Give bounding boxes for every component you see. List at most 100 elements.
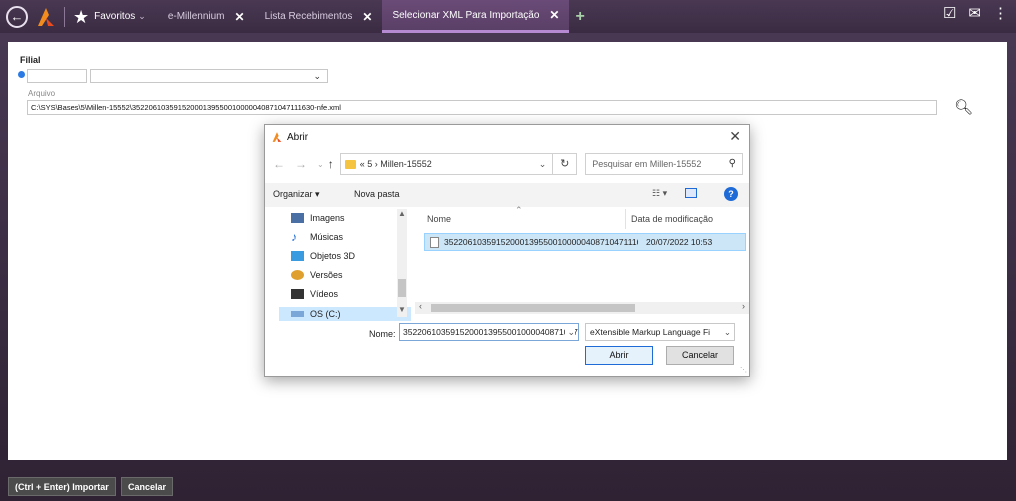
nav-item-imagens[interactable]: Imagens (291, 213, 345, 223)
music-icon: ♪ (291, 230, 297, 244)
file-row[interactable]: 3522061035915200013955001000004087104711… (424, 233, 746, 251)
dialog-title-bar: Abrir (271, 131, 308, 143)
tab-label: Lista Recebimentos (264, 11, 353, 22)
star-icon[interactable]: ★ (73, 8, 89, 26)
forward-arrow-icon[interactable]: → (295, 157, 307, 171)
nav-item-label: Vídeos (310, 289, 339, 299)
millennium-logo[interactable] (36, 6, 56, 28)
app-top-bar: ← ★ Favoritos ⌄ e-Millennium ✕ Lista Rec… (0, 0, 1016, 33)
filial-label: Filial (20, 55, 41, 65)
tab-selecionar-xml[interactable]: Selecionar XML Para Importação ✕ (382, 0, 570, 33)
favorites-menu[interactable]: Favoritos (94, 11, 135, 22)
column-header-nome[interactable]: Nome (427, 214, 451, 224)
cancel-button[interactable]: Cancelar (121, 477, 174, 496)
chevron-up-icon[interactable]: ▲ (398, 209, 406, 218)
cancel-button[interactable]: Cancelar (666, 346, 734, 365)
file-type-value: eXtensible Markup Language Fi (590, 327, 711, 337)
help-icon[interactable]: ? (724, 187, 738, 201)
nav-item-label: Músicas (310, 232, 344, 242)
folder-icon (344, 159, 356, 169)
organize-menu[interactable]: Organizar ▾ (273, 189, 320, 200)
new-folder-button[interactable]: Nova pasta (354, 189, 400, 199)
chevron-down-icon[interactable]: ▼ (398, 305, 406, 314)
dialog-title: Abrir (287, 131, 309, 143)
column-divider[interactable] (625, 209, 626, 229)
cube-icon (291, 251, 304, 261)
chevron-down-icon[interactable]: ⌄ (138, 11, 146, 22)
chat-icon[interactable]: ✉ (968, 6, 981, 21)
close-icon[interactable]: ✕ (729, 128, 741, 145)
chevron-down-icon[interactable]: ⌄ (565, 324, 575, 340)
nav-item-videos[interactable]: Vídeos (291, 289, 338, 299)
refresh-icon[interactable]: ↻ (553, 153, 578, 175)
open-button[interactable]: Abrir (585, 346, 653, 365)
import-button[interactable]: (Ctrl + Enter) Importar (8, 477, 116, 496)
tab-label: Selecionar XML Para Importação (392, 9, 540, 21)
nav-item-os-c[interactable]: OS (C:) (279, 307, 411, 321)
tab-lista-recebimentos[interactable]: Lista Recebimentos ✕ (255, 0, 383, 33)
nav-item-versoes[interactable]: Versões (291, 270, 343, 280)
nav-item-musicas[interactable]: ♪ Músicas (291, 230, 344, 244)
info-icon (18, 71, 25, 78)
sort-up-icon: ⌃ (515, 205, 523, 215)
back-arrow-icon[interactable]: ← (6, 5, 28, 28)
add-tab-icon[interactable]: + (575, 8, 584, 26)
nav-item-objetos-3d[interactable]: Objetos 3D (291, 251, 355, 261)
chevron-down-icon[interactable]: ⌄ (317, 160, 324, 169)
path-segment-5[interactable]: 5 (367, 159, 372, 169)
resize-grip-icon[interactable]: ⋱ (740, 366, 747, 374)
chevron-left-icon[interactable]: ‹ (419, 301, 422, 311)
search-icon[interactable]: 🔍︎ (954, 98, 973, 116)
close-icon[interactable]: ✕ (235, 10, 245, 24)
versions-icon (291, 270, 304, 280)
file-date: 20/07/2022 10:53 (646, 237, 713, 247)
address-bar[interactable]: « 5 › Millen-15552 ⌄ (339, 153, 554, 175)
view-options-icon[interactable]: ☷ ▾ (652, 188, 667, 199)
tab-e-millennium[interactable]: e-Millennium ✕ (158, 0, 255, 33)
search-placeholder: Pesquisar em Millen-15552 (592, 159, 702, 169)
column-header-data[interactable]: Data de modificação (631, 214, 713, 224)
dialog-toolbar: Organizar ▾ Nova pasta ☷ ▾ ? (265, 183, 749, 207)
path-prefix[interactable]: « (360, 159, 365, 169)
filial-select[interactable]: ⌄ (90, 69, 328, 83)
chevron-down-icon[interactable]: ⌄ (721, 324, 731, 340)
video-icon (291, 289, 304, 299)
nav-pane-scrollbar[interactable]: ▲ ▼ (397, 209, 407, 317)
filename-input[interactable]: 3522061035915200013955001000040871047111… (399, 323, 579, 341)
drive-icon (291, 311, 304, 317)
navigation-pane: Imagens ♪ Músicas Objetos 3D Versões Víd… (279, 209, 411, 321)
chevron-right-icon[interactable]: › (742, 301, 745, 311)
chevron-down-icon[interactable]: ⌄ (539, 159, 547, 170)
file-type-select[interactable]: eXtensible Markup Language Fi ⌄ (585, 323, 735, 341)
path-separator: › (374, 159, 378, 169)
images-icon (291, 213, 304, 223)
scrollbar-thumb[interactable] (398, 279, 406, 297)
up-arrow-icon[interactable]: ↑ (328, 157, 334, 171)
preview-pane-icon[interactable] (685, 188, 697, 198)
search-icon[interactable]: ⚲ (729, 154, 736, 174)
nav-item-label: Objetos 3D (310, 251, 356, 261)
open-file-dialog: Abrir ✕ ← → ⌄ ↑ « 5 › Millen-15552 ⌄ ↻ P… (264, 124, 750, 377)
filial-code-input[interactable] (27, 69, 87, 83)
arquivo-input[interactable]: C:\SYS\Bases\5\Millen-15552\352206103591… (27, 100, 937, 115)
scrollbar-thumb[interactable] (431, 304, 635, 312)
nav-item-label: Versões (310, 270, 343, 280)
tab-label: e-Millennium (167, 11, 225, 22)
file-icon (430, 236, 439, 248)
close-icon[interactable]: ✕ (362, 10, 372, 24)
divider (64, 6, 65, 27)
nav-item-label: OS (C:) (310, 309, 341, 319)
clipboard-check-icon[interactable]: ☑ (943, 6, 956, 21)
bottom-action-bar: (Ctrl + Enter) Importar Cancelar (0, 472, 1016, 501)
arquivo-label: Arquivo (28, 89, 56, 98)
more-vertical-icon[interactable]: ⋮ (993, 6, 1008, 21)
path-segment-millen[interactable]: Millen-15552 (380, 159, 432, 169)
file-name: 3522061035915200013955001000004087104711… (444, 237, 638, 247)
back-arrow-icon[interactable]: ← (273, 157, 285, 171)
file-list-scrollbar[interactable]: ‹ › (415, 301, 749, 314)
top-right-actions: ☑ ✉ ⋮ (943, 6, 1008, 21)
close-icon[interactable]: ✕ (549, 8, 559, 22)
millennium-logo (272, 132, 282, 142)
navigation-row: ← → ⌄ ↑ « 5 › Millen-15552 ⌄ ↻ Pesquisar… (273, 153, 743, 175)
search-input[interactable]: Pesquisar em Millen-15552 ⚲ (585, 153, 743, 175)
